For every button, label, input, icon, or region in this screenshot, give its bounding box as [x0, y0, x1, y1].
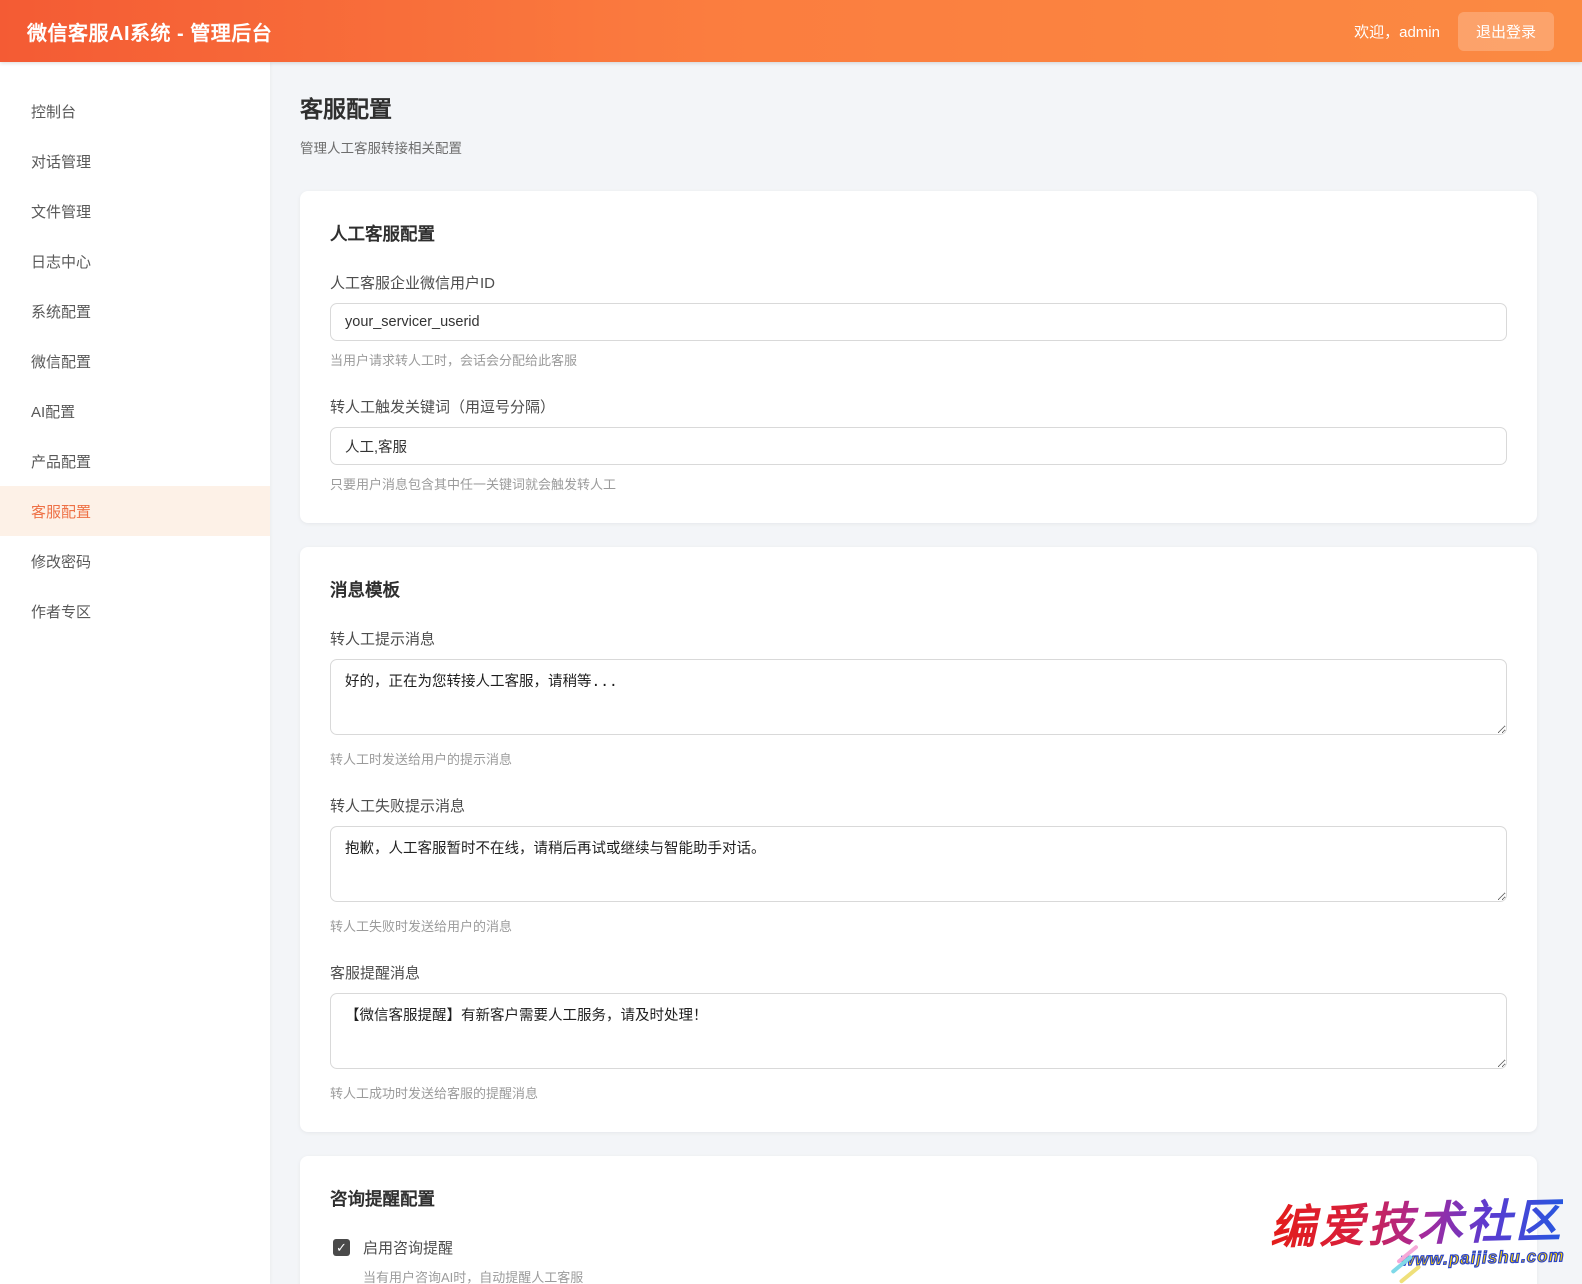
sidebar-item-change-password[interactable]: 修改密码 [0, 536, 270, 586]
card-templates-title: 消息模板 [330, 577, 1507, 602]
sidebar: 控制台 对话管理 文件管理 日志中心 系统配置 微信配置 AI配置 产品配置 客… [0, 62, 270, 1284]
sidebar-item-wechat-config[interactable]: 微信配置 [0, 336, 270, 386]
card-inquiry-notify: 咨询提醒配置 ✓ 启用咨询提醒 当有用户咨询AI时，自动提醒人工客服 [300, 1156, 1537, 1284]
field-transfer-prompt: 转人工提示消息 好的，正在为您转接人工客服，请稍等... 转人工时发送给用户的提… [330, 628, 1507, 768]
welcome-text: 欢迎，admin [1354, 21, 1440, 42]
sidebar-item-files[interactable]: 文件管理 [0, 186, 270, 236]
transfer-keywords-label: 转人工触发关键词（用逗号分隔） [330, 396, 1507, 417]
transfer-keywords-input[interactable] [330, 427, 1507, 465]
sidebar-item-author-zone[interactable]: 作者专区 [0, 586, 270, 636]
transfer-fail-label: 转人工失败提示消息 [330, 795, 1507, 816]
servicer-userid-input[interactable] [330, 303, 1507, 341]
transfer-prompt-label: 转人工提示消息 [330, 628, 1507, 649]
transfer-fail-textarea[interactable]: 抱歉，人工客服暂时不在线，请稍后再试或继续与智能助手对话。 [330, 826, 1507, 902]
transfer-fail-help: 转人工失败时发送给用户的消息 [330, 916, 1507, 935]
sidebar-item-dashboard[interactable]: 控制台 [0, 86, 270, 136]
field-service-remind: 客服提醒消息 【微信客服提醒】有新客户需要人工服务，请及时处理！ 转人工成功时发… [330, 962, 1507, 1102]
card-message-templates: 消息模板 转人工提示消息 好的，正在为您转接人工客服，请稍等... 转人工时发送… [300, 547, 1537, 1132]
enable-notify-row[interactable]: ✓ 启用咨询提醒 [330, 1237, 1507, 1258]
card-agent-title: 人工客服配置 [330, 221, 1507, 246]
servicer-userid-help: 当用户请求转人工时，会话会分配给此客服 [330, 350, 1507, 369]
app-header: 微信客服AI系统 - 管理后台 欢迎，admin 退出登录 [0, 0, 1582, 62]
main-content: 客服配置 管理人工客服转接相关配置 人工客服配置 人工客服企业微信用户ID 当用… [270, 62, 1582, 1284]
app-title: 微信客服AI系统 - 管理后台 [27, 17, 272, 46]
service-remind-help: 转人工成功时发送给客服的提醒消息 [330, 1083, 1507, 1102]
enable-notify-help: 当有用户咨询AI时，自动提醒人工客服 [363, 1267, 1507, 1284]
field-servicer-userid: 人工客服企业微信用户ID 当用户请求转人工时，会话会分配给此客服 [330, 272, 1507, 369]
service-remind-textarea[interactable]: 【微信客服提醒】有新客户需要人工服务，请及时处理！ [330, 993, 1507, 1069]
page-subtitle: 管理人工客服转接相关配置 [300, 137, 1537, 157]
sidebar-item-conversations[interactable]: 对话管理 [0, 136, 270, 186]
servicer-userid-label: 人工客服企业微信用户ID [330, 272, 1507, 293]
logout-button[interactable]: 退出登录 [1458, 12, 1554, 51]
enable-notify-label: 启用咨询提醒 [363, 1237, 453, 1258]
card-notify-title: 咨询提醒配置 [330, 1186, 1507, 1211]
transfer-prompt-textarea[interactable]: 好的，正在为您转接人工客服，请稍等... [330, 659, 1507, 735]
sidebar-item-logs[interactable]: 日志中心 [0, 236, 270, 286]
enable-notify-checkbox[interactable]: ✓ [333, 1239, 350, 1256]
sidebar-item-system-config[interactable]: 系统配置 [0, 286, 270, 336]
header-right: 欢迎，admin 退出登录 [1354, 12, 1554, 51]
transfer-keywords-help: 只要用户消息包含其中任一关键词就会触发转人工 [330, 474, 1507, 493]
field-transfer-keywords: 转人工触发关键词（用逗号分隔） 只要用户消息包含其中任一关键词就会触发转人工 [330, 396, 1507, 493]
sidebar-item-product-config[interactable]: 产品配置 [0, 436, 270, 486]
service-remind-label: 客服提醒消息 [330, 962, 1507, 983]
transfer-prompt-help: 转人工时发送给用户的提示消息 [330, 749, 1507, 768]
page-title: 客服配置 [300, 90, 1537, 124]
sidebar-item-service-config[interactable]: 客服配置 [0, 486, 270, 536]
card-agent-config: 人工客服配置 人工客服企业微信用户ID 当用户请求转人工时，会话会分配给此客服 … [300, 191, 1537, 523]
field-transfer-fail: 转人工失败提示消息 抱歉，人工客服暂时不在线，请稍后再试或继续与智能助手对话。 … [330, 795, 1507, 935]
sidebar-item-ai-config[interactable]: AI配置 [0, 386, 270, 436]
